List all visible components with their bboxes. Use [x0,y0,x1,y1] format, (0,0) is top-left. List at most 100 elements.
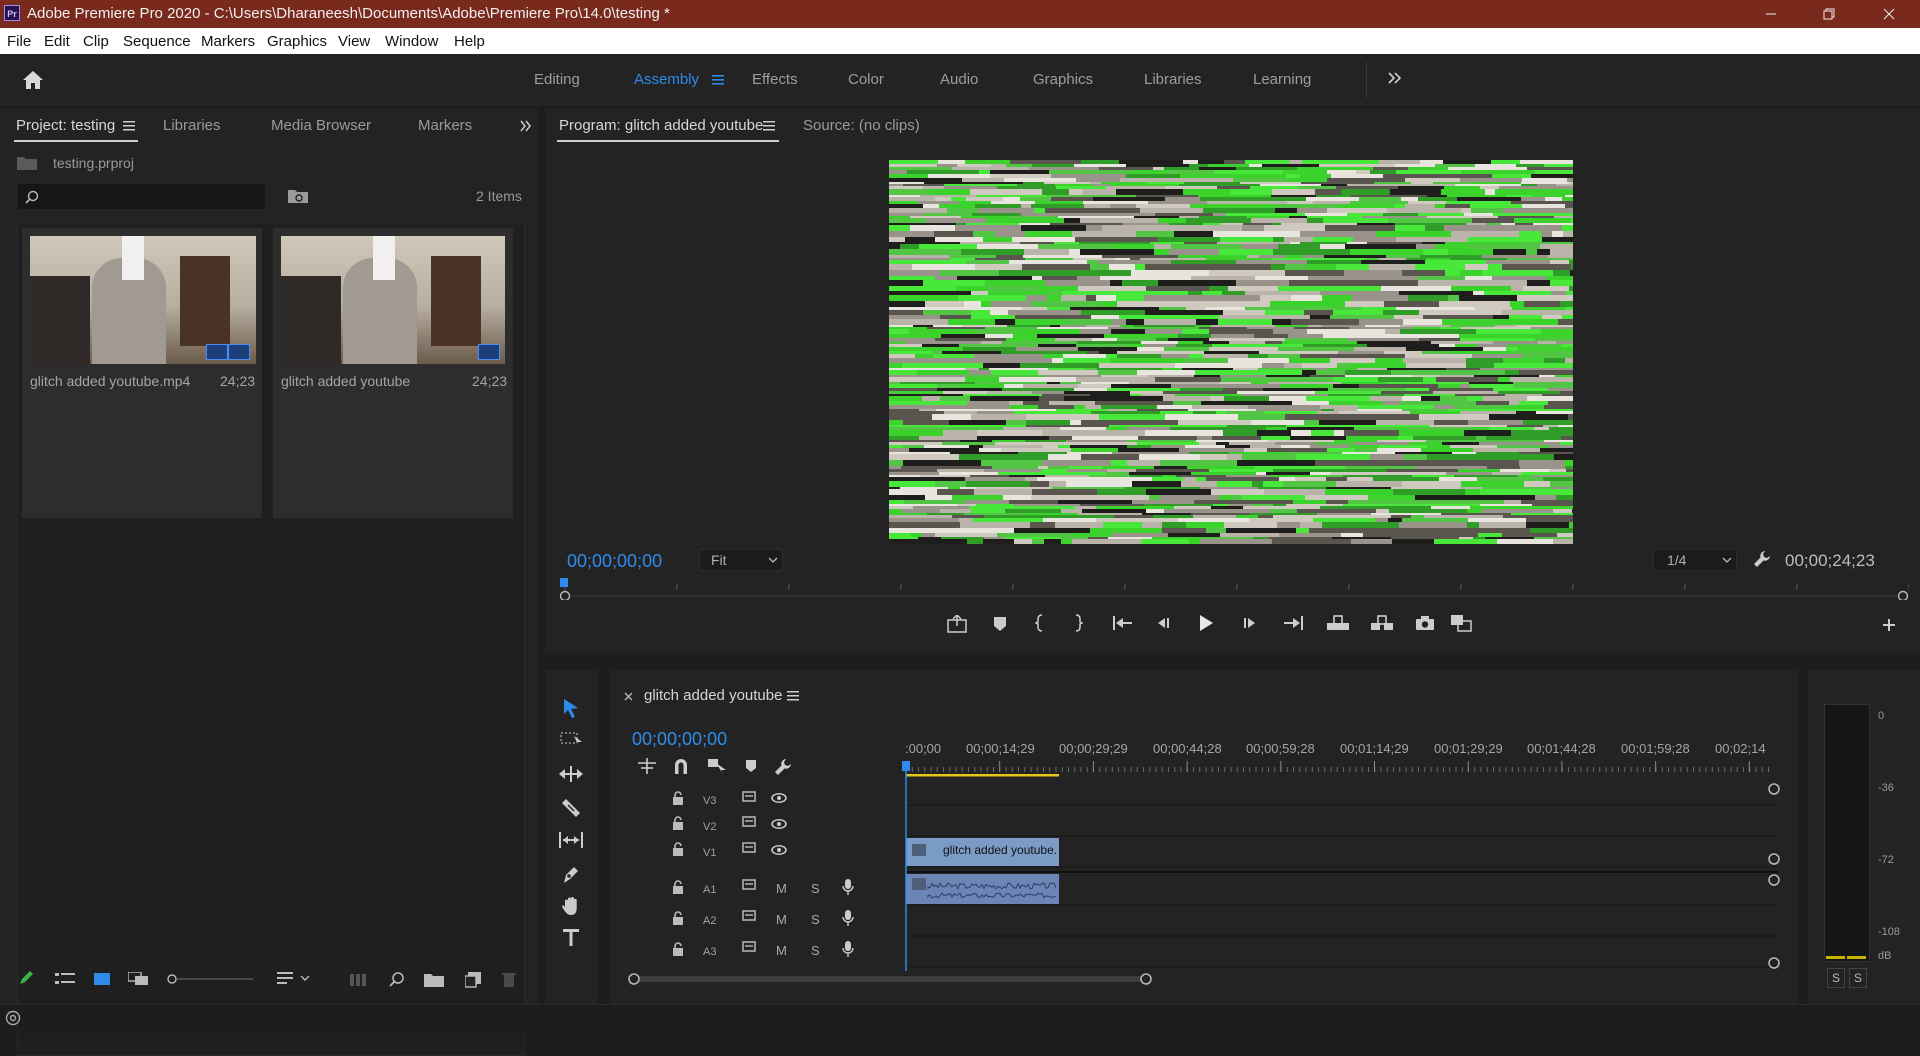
timeline-track-area[interactable] [900,755,1780,975]
workspace-editing[interactable]: Editing [534,71,580,88]
home-button[interactable] [22,70,44,90]
add-marker-timeline-button[interactable] [745,759,757,773]
track-label-v1[interactable]: V1 [703,847,716,859]
pen-tool[interactable] [561,864,581,884]
new-item-button[interactable] [465,972,481,988]
timeline-current-time[interactable]: 00;00;00;00 [632,729,727,750]
workspace-color[interactable]: Color [848,71,884,88]
active-tab-underline [14,140,138,142]
mute-track-button[interactable]: M [776,943,787,958]
mark-out-button[interactable] [1073,614,1083,632]
workspace-effects[interactable]: Effects [752,71,798,88]
program-scrub-bar[interactable] [559,578,1909,600]
timeline-settings-button[interactable] [774,758,792,776]
mute-track-button[interactable]: M [776,881,787,896]
find-button[interactable] [389,972,405,988]
close-sequence-tab-button[interactable] [624,692,633,701]
menu-edit[interactable]: Edit [44,33,70,50]
button-editor-button[interactable] [1882,618,1896,632]
export-frame-button[interactable] [1415,615,1435,631]
list-view-button[interactable] [55,972,75,986]
close-window-button[interactable] [1866,0,1912,28]
nest-toggle-button[interactable] [638,758,656,774]
workspace-assembly[interactable]: Assembly [634,71,699,88]
menu-markers[interactable]: Markers [201,33,255,50]
play-button[interactable] [1198,614,1214,632]
track-label-a1[interactable]: A1 [703,884,716,896]
tab-markers[interactable]: Markers [418,117,472,134]
project-panel-menu-icon[interactable] [123,121,135,131]
solo-left-button[interactable]: S [1827,968,1845,988]
solo-right-button[interactable]: S [1849,968,1867,988]
go-to-in-button[interactable] [1113,616,1133,630]
zoom-level-dropdown[interactable]: Fit [699,549,783,571]
step-back-button[interactable] [1155,616,1171,630]
menu-sequence[interactable]: Sequence [123,33,191,50]
project-search-input[interactable] [18,184,265,209]
menu-view[interactable]: View [338,33,370,50]
workspace-learning[interactable]: Learning [1253,71,1311,88]
workspace-graphics[interactable]: Graphics [1033,71,1093,88]
export-frame-left-button[interactable] [947,615,967,633]
zoom-slider[interactable] [167,974,253,984]
type-tool[interactable] [562,928,580,948]
sequence-menu-icon[interactable] [787,691,799,701]
menu-window[interactable]: Window [385,33,438,50]
sync-lock-icon [742,791,756,802]
tab-libraries[interactable]: Libraries [163,117,221,134]
tab-media-browser[interactable]: Media Browser [271,117,371,134]
program-menu-icon[interactable] [763,121,775,131]
workspace-libraries[interactable]: Libraries [1144,71,1202,88]
lift-button[interactable] [1326,615,1350,631]
solo-track-button[interactable]: S [811,881,820,896]
new-search-bin-button[interactable] [288,188,308,204]
go-to-out-button[interactable] [1283,616,1303,630]
menu-clip[interactable]: Clip [83,33,109,50]
workspace-overflow-button[interactable] [1388,72,1402,84]
comparison-view-button[interactable] [1450,614,1472,632]
mute-track-button[interactable]: M [776,912,787,927]
settings-button[interactable] [1753,550,1771,568]
snap-button[interactable] [673,758,689,774]
track-label-v2[interactable]: V2 [703,821,716,833]
solo-track-button[interactable]: S [811,912,820,927]
track-select-tool[interactable] [560,732,584,748]
extract-button[interactable] [1370,615,1394,631]
menu-help[interactable]: Help [454,33,485,50]
selection-tool[interactable] [562,698,580,718]
slip-tool[interactable] [558,832,584,848]
project-overflow-button[interactable] [520,120,532,132]
toolbar-write-icon[interactable] [18,970,34,986]
project-item-card[interactable]: glitch added youtube.mp4 24;23 [22,228,262,518]
step-forward-button[interactable] [1242,616,1258,630]
track-label-a2[interactable]: A2 [703,915,716,927]
program-current-time[interactable]: 00;00;00;00 [567,551,662,572]
tab-project[interactable]: Project: testing [16,117,115,134]
linked-selection-button[interactable] [707,758,727,774]
restore-button[interactable] [1806,0,1852,28]
tab-sequence[interactable]: glitch added youtube [644,687,782,704]
project-item-card[interactable]: glitch added youtube 24;23 [273,228,513,518]
minimize-button[interactable] [1748,0,1794,28]
track-label-a3[interactable]: A3 [703,946,716,958]
freeform-view-button[interactable] [128,972,150,986]
solo-track-button[interactable]: S [811,943,820,958]
add-marker-button[interactable] [993,616,1007,632]
hand-tool[interactable] [561,896,581,916]
playback-resolution-dropdown[interactable]: 1/4 [1653,549,1737,571]
tab-program-monitor[interactable]: Program: glitch added youtube [559,117,763,134]
sort-icons-button[interactable] [277,972,311,986]
menu-graphics[interactable]: Graphics [267,33,327,50]
new-bin-button[interactable] [424,973,444,987]
icon-view-button[interactable] [94,972,110,986]
program-video-frame[interactable] [889,160,1573,544]
mark-in-button[interactable] [1035,614,1045,632]
workspace-menu-icon[interactable] [712,75,724,85]
ripple-edit-tool[interactable] [559,766,583,782]
timeline-zoom-scrollbar[interactable] [626,971,1772,987]
razor-tool[interactable] [561,798,581,818]
track-label-v3[interactable]: V3 [703,795,716,807]
menu-file[interactable]: File [7,33,31,50]
workspace-audio[interactable]: Audio [940,71,978,88]
tab-source-monitor[interactable]: Source: (no clips) [803,117,920,134]
